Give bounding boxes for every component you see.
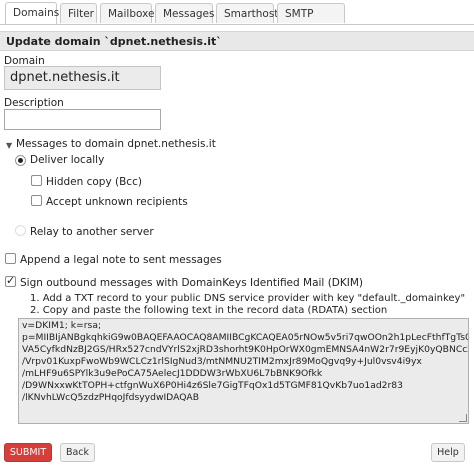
hidden-copy-checkbox[interactable] <box>31 175 42 186</box>
tab-messages[interactable]: Messages <box>155 3 215 23</box>
dkim-record-line: p=MIIBIjANBgkqhkiG9w0BAQEFAAOCAQ8AMIIBCg… <box>22 332 469 343</box>
relay-radio[interactable] <box>15 225 26 236</box>
relay-label: Relay to another server <box>30 226 154 238</box>
domain-field: dpnet.nethesis.it <box>4 66 161 90</box>
dkim-record-textarea[interactable]: v=DKIM1; k=rsa; p=MIIBIjANBgkqhkiG9w0BAQ… <box>18 318 469 424</box>
dkim-record-line: /D9WNxxwKtTOPH+ctfgnWuX6P0Hi4z6Sle7GigTF… <box>22 380 403 391</box>
page-title: Update domain `dpnet.nethesis.it` <box>6 35 222 48</box>
legal-note-checkbox[interactable] <box>5 253 16 264</box>
description-field[interactable] <box>4 109 161 130</box>
dkim-record-line: /lKNvhLWcQ5zdzPHqoJfdsyydwIDAQAB <box>22 392 200 403</box>
deliver-locally-label: Deliver locally <box>30 154 105 166</box>
dkim-label: Sign outbound messages with DomainKeys I… <box>20 277 364 289</box>
deliver-locally-radio[interactable] <box>15 155 26 166</box>
tab-smtp-access[interactable]: SMTP access <box>277 3 345 40</box>
legal-note-label: Append a legal note to sent messages <box>20 254 222 266</box>
accept-unknown-checkbox[interactable] <box>31 195 42 206</box>
hidden-copy-label: Hidden copy (Bcc) <box>46 176 142 188</box>
messages-section-toggle[interactable]: Messages to domain dpnet.nethesis.it <box>16 138 216 150</box>
dkim-checkbox[interactable] <box>5 274 16 287</box>
submit-button[interactable]: SUBMIT <box>4 443 52 462</box>
tab-smarthost[interactable]: Smarthost <box>216 3 278 23</box>
description-label: Description <box>4 97 64 109</box>
dkim-record-line: v=DKIM1; k=rsa; <box>22 320 102 331</box>
tab-mailboxes[interactable]: Mailboxes <box>100 3 160 23</box>
dkim-record-line: VA5CyfkdNzBJ2GS/HRx527cndVYrlS2xjRD3shor… <box>22 344 469 355</box>
tab-filter[interactable]: Filter <box>60 3 97 23</box>
help-button[interactable]: Help <box>431 443 465 462</box>
page-header: Update domain `dpnet.nethesis.it` <box>0 31 474 51</box>
tab-bar: Domains Filter Mailboxes Messages Smarth… <box>0 0 474 40</box>
caret-down-icon[interactable]: ▼ <box>6 141 12 150</box>
accept-unknown-label: Accept unknown recipients <box>46 196 188 208</box>
back-button[interactable]: Back <box>60 443 95 462</box>
resize-handle[interactable] <box>459 414 467 422</box>
dkim-step-1: 1. Add a TXT record to your public DNS s… <box>30 293 466 304</box>
dkim-record-line: /Vrpv01KuxpFwoWb9WCLCz1rlSIgNud3/mtNMNU2… <box>22 356 422 367</box>
dkim-step-2: 2. Copy and paste the following text in … <box>30 305 388 316</box>
tab-domains[interactable]: Domains <box>5 2 59 24</box>
dkim-record-line: /mLHF9u6SPYlk3u9ePoCA75AelecJ1DDDW3rWbXU… <box>22 368 323 379</box>
